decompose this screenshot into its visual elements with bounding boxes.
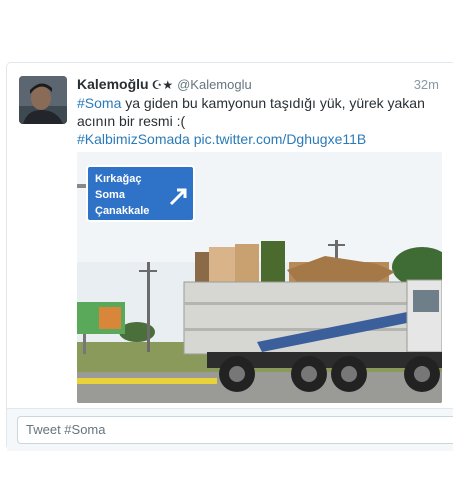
compose-box: Tweet #Soma xyxy=(7,408,453,451)
hashtag-soma[interactable]: #Soma xyxy=(77,95,121,111)
truck-photo: Kırkağaç Soma Çanakkale xyxy=(77,152,442,403)
sign-line-1: Kırkağaç xyxy=(95,173,141,185)
tweet-header: Kalemoğlu ☪★ @Kalemoglu 32m xyxy=(77,76,447,96)
pic-link[interactable]: pic.twitter.com/Dghugxe11B xyxy=(194,131,367,147)
tweet-body: ya giden bu kamyonun taşıdığı yük, yürek… xyxy=(77,95,425,129)
tweet-card: Kalemoğlu ☪★ @Kalemoglu 32m #Soma ya giden… xyxy=(6,62,453,451)
tweet[interactable]: Kalemoğlu ☪★ @Kalemoglu 32m #Soma ya giden… xyxy=(7,63,453,408)
avatar-image xyxy=(19,76,67,124)
tweet-compose-input[interactable]: Tweet #Soma xyxy=(17,416,453,444)
sign-line-2: Soma xyxy=(95,189,126,201)
name-symbols: ☪★ xyxy=(151,78,174,92)
timestamp[interactable]: 32m xyxy=(414,77,439,92)
hashtag-kalbimizsomada[interactable]: #KalbimizSomada xyxy=(77,131,190,147)
fullname[interactable]: Kalemoğlu xyxy=(77,76,149,92)
tweet-text: #Soma ya giden bu kamyonun taşıdığı yük,… xyxy=(77,94,441,148)
sign-line-3: Çanakkale xyxy=(95,205,149,217)
username[interactable]: @Kalemoglu xyxy=(177,77,252,92)
avatar[interactable] xyxy=(19,76,67,124)
tweet-photo[interactable]: Kırkağaç Soma Çanakkale xyxy=(77,152,442,403)
